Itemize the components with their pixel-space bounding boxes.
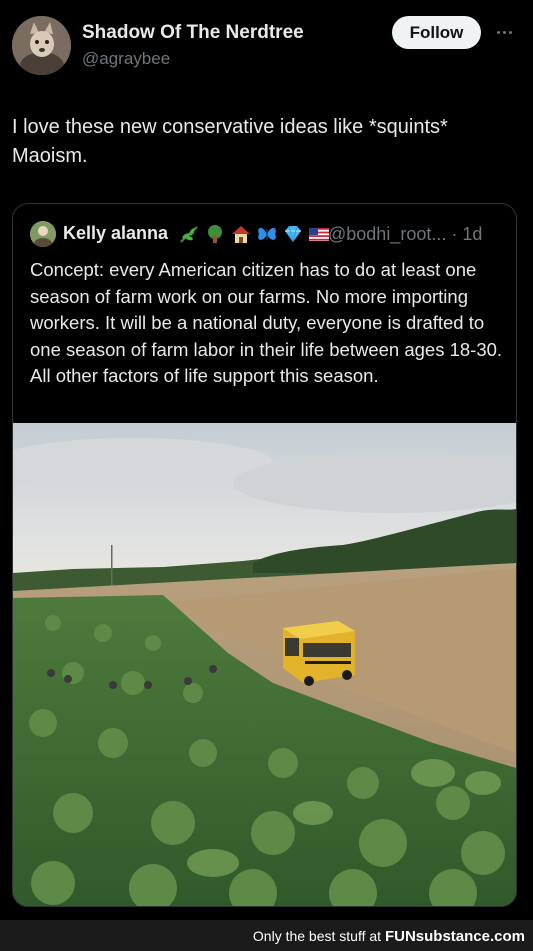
herb-emoji-icon	[180, 226, 198, 243]
farm-field-photo-icon	[13, 423, 516, 906]
follow-button[interactable]: Follow	[392, 16, 481, 49]
quoted-author-emojis	[178, 221, 330, 247]
person-avatar-icon	[30, 221, 56, 247]
quoted-handle-time[interactable]: @bodhi_root... · 1d	[328, 224, 482, 245]
tweet: Shadow Of The Nerdtree @agraybee Follow …	[0, 0, 533, 920]
us-flag-emoji-icon	[309, 228, 329, 241]
quoted-tweet[interactable]: Kelly alanna @bodhi_root... · 1d Concept…	[12, 203, 517, 907]
watermark-brand[interactable]: FUNsubstance.com	[385, 928, 525, 945]
quoted-tweet-photo[interactable]	[13, 423, 516, 906]
watermark-text: Only the best stuff at FUNsubstance.com	[253, 928, 525, 945]
gem-emoji-icon	[285, 225, 301, 243]
author-handle[interactable]: @agraybee	[82, 49, 170, 69]
more-options-icon[interactable]	[493, 24, 515, 40]
tweet-text: I love these new conservative ideas like…	[12, 116, 448, 167]
author-avatar[interactable]	[12, 16, 71, 75]
house-emoji-icon	[232, 226, 250, 243]
quoted-author-name[interactable]: Kelly alanna	[63, 223, 168, 244]
quoted-author-avatar[interactable]	[30, 221, 56, 247]
butterfly-emoji-icon	[258, 227, 276, 240]
fox-avatar-icon	[12, 16, 71, 75]
watermark-tagline: Only the best stuff at	[252, 928, 385, 944]
tree-emoji-icon	[208, 225, 222, 243]
quoted-tweet-text: Concept: every American citizen has to d…	[30, 259, 503, 386]
watermark-bar: Only the best stuff at FUNsubstance.com	[0, 920, 533, 951]
author-name[interactable]: Shadow Of The Nerdtree	[82, 22, 304, 44]
